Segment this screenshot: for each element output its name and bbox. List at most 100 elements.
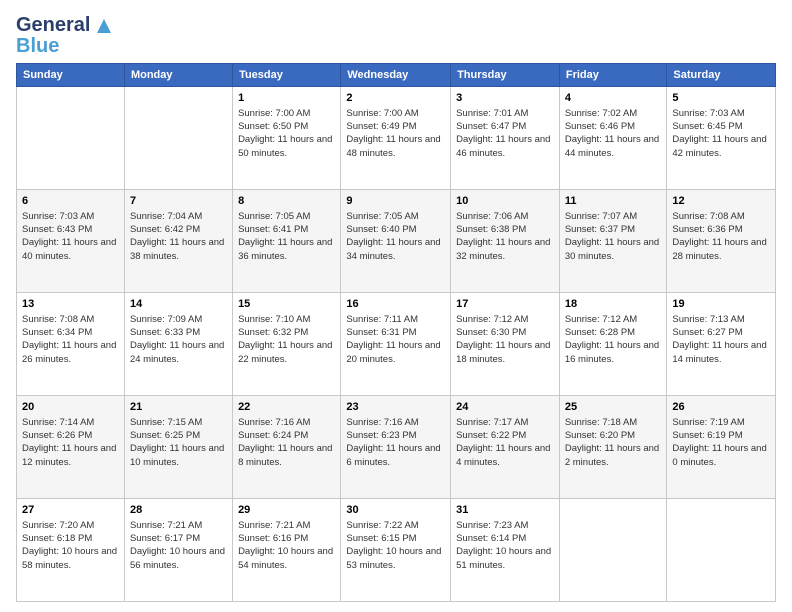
logo-blue: Blue (16, 37, 59, 55)
day-info: Sunrise: 7:05 AM Sunset: 6:40 PM Dayligh… (346, 210, 445, 263)
day-number: 31 (456, 503, 554, 518)
day-info: Sunrise: 7:21 AM Sunset: 6:16 PM Dayligh… (238, 519, 335, 572)
calendar-cell: 2Sunrise: 7:00 AM Sunset: 6:49 PM Daylig… (341, 87, 451, 190)
day-info: Sunrise: 7:16 AM Sunset: 6:24 PM Dayligh… (238, 416, 335, 469)
day-of-week-header: Sunday (17, 64, 125, 87)
calendar-cell: 3Sunrise: 7:01 AM Sunset: 6:47 PM Daylig… (451, 87, 560, 190)
page: General Blue SundayMondayTuesdayWednesda… (0, 0, 792, 612)
day-of-week-header: Tuesday (233, 64, 341, 87)
day-info: Sunrise: 7:00 AM Sunset: 6:50 PM Dayligh… (238, 107, 335, 160)
calendar-week-row: 27Sunrise: 7:20 AM Sunset: 6:18 PM Dayli… (17, 499, 776, 602)
calendar-week-row: 6Sunrise: 7:03 AM Sunset: 6:43 PM Daylig… (17, 190, 776, 293)
logo: General Blue (16, 14, 111, 55)
day-of-week-header: Friday (559, 64, 667, 87)
calendar-cell: 9Sunrise: 7:05 AM Sunset: 6:40 PM Daylig… (341, 190, 451, 293)
calendar-cell: 31Sunrise: 7:23 AM Sunset: 6:14 PM Dayli… (451, 499, 560, 602)
calendar-cell (17, 87, 125, 190)
calendar-cell: 26Sunrise: 7:19 AM Sunset: 6:19 PM Dayli… (667, 396, 776, 499)
day-number: 17 (456, 297, 554, 312)
header: General Blue (16, 14, 776, 55)
calendar-cell: 30Sunrise: 7:22 AM Sunset: 6:15 PM Dayli… (341, 499, 451, 602)
day-info: Sunrise: 7:06 AM Sunset: 6:38 PM Dayligh… (456, 210, 554, 263)
day-number: 18 (565, 297, 662, 312)
calendar-week-row: 13Sunrise: 7:08 AM Sunset: 6:34 PM Dayli… (17, 293, 776, 396)
calendar-cell: 1Sunrise: 7:00 AM Sunset: 6:50 PM Daylig… (233, 87, 341, 190)
day-number: 22 (238, 400, 335, 415)
day-info: Sunrise: 7:05 AM Sunset: 6:41 PM Dayligh… (238, 210, 335, 263)
day-number: 21 (130, 400, 227, 415)
calendar-cell (667, 499, 776, 602)
calendar: SundayMondayTuesdayWednesdayThursdayFrid… (16, 63, 776, 602)
day-info: Sunrise: 7:08 AM Sunset: 6:36 PM Dayligh… (672, 210, 770, 263)
day-number: 3 (456, 91, 554, 106)
day-number: 30 (346, 503, 445, 518)
day-info: Sunrise: 7:16 AM Sunset: 6:23 PM Dayligh… (346, 416, 445, 469)
day-number: 23 (346, 400, 445, 415)
day-info: Sunrise: 7:21 AM Sunset: 6:17 PM Dayligh… (130, 519, 227, 572)
calendar-cell: 5Sunrise: 7:03 AM Sunset: 6:45 PM Daylig… (667, 87, 776, 190)
calendar-header-row: SundayMondayTuesdayWednesdayThursdayFrid… (17, 64, 776, 87)
calendar-cell: 12Sunrise: 7:08 AM Sunset: 6:36 PM Dayli… (667, 190, 776, 293)
calendar-cell: 19Sunrise: 7:13 AM Sunset: 6:27 PM Dayli… (667, 293, 776, 396)
day-info: Sunrise: 7:02 AM Sunset: 6:46 PM Dayligh… (565, 107, 662, 160)
day-number: 26 (672, 400, 770, 415)
day-info: Sunrise: 7:07 AM Sunset: 6:37 PM Dayligh… (565, 210, 662, 263)
day-number: 28 (130, 503, 227, 518)
calendar-cell: 27Sunrise: 7:20 AM Sunset: 6:18 PM Dayli… (17, 499, 125, 602)
day-number: 1 (238, 91, 335, 106)
day-of-week-header: Thursday (451, 64, 560, 87)
day-info: Sunrise: 7:09 AM Sunset: 6:33 PM Dayligh… (130, 313, 227, 366)
day-info: Sunrise: 7:03 AM Sunset: 6:43 PM Dayligh… (22, 210, 119, 263)
calendar-cell: 24Sunrise: 7:17 AM Sunset: 6:22 PM Dayli… (451, 396, 560, 499)
calendar-cell: 18Sunrise: 7:12 AM Sunset: 6:28 PM Dayli… (559, 293, 667, 396)
calendar-cell (559, 499, 667, 602)
calendar-week-row: 1Sunrise: 7:00 AM Sunset: 6:50 PM Daylig… (17, 87, 776, 190)
day-number: 6 (22, 194, 119, 209)
day-number: 14 (130, 297, 227, 312)
day-info: Sunrise: 7:01 AM Sunset: 6:47 PM Dayligh… (456, 107, 554, 160)
calendar-cell: 22Sunrise: 7:16 AM Sunset: 6:24 PM Dayli… (233, 396, 341, 499)
day-of-week-header: Monday (124, 64, 232, 87)
day-info: Sunrise: 7:12 AM Sunset: 6:28 PM Dayligh… (565, 313, 662, 366)
calendar-cell: 4Sunrise: 7:02 AM Sunset: 6:46 PM Daylig… (559, 87, 667, 190)
calendar-cell: 15Sunrise: 7:10 AM Sunset: 6:32 PM Dayli… (233, 293, 341, 396)
calendar-cell: 17Sunrise: 7:12 AM Sunset: 6:30 PM Dayli… (451, 293, 560, 396)
day-number: 13 (22, 297, 119, 312)
day-number: 2 (346, 91, 445, 106)
calendar-week-row: 20Sunrise: 7:14 AM Sunset: 6:26 PM Dayli… (17, 396, 776, 499)
calendar-cell: 8Sunrise: 7:05 AM Sunset: 6:41 PM Daylig… (233, 190, 341, 293)
day-number: 27 (22, 503, 119, 518)
day-number: 4 (565, 91, 662, 106)
day-of-week-header: Saturday (667, 64, 776, 87)
day-info: Sunrise: 7:23 AM Sunset: 6:14 PM Dayligh… (456, 519, 554, 572)
day-info: Sunrise: 7:17 AM Sunset: 6:22 PM Dayligh… (456, 416, 554, 469)
day-number: 29 (238, 503, 335, 518)
day-number: 9 (346, 194, 445, 209)
day-info: Sunrise: 7:08 AM Sunset: 6:34 PM Dayligh… (22, 313, 119, 366)
day-info: Sunrise: 7:10 AM Sunset: 6:32 PM Dayligh… (238, 313, 335, 366)
day-info: Sunrise: 7:13 AM Sunset: 6:27 PM Dayligh… (672, 313, 770, 366)
day-number: 25 (565, 400, 662, 415)
day-info: Sunrise: 7:15 AM Sunset: 6:25 PM Dayligh… (130, 416, 227, 469)
day-info: Sunrise: 7:04 AM Sunset: 6:42 PM Dayligh… (130, 210, 227, 263)
day-info: Sunrise: 7:14 AM Sunset: 6:26 PM Dayligh… (22, 416, 119, 469)
calendar-cell: 29Sunrise: 7:21 AM Sunset: 6:16 PM Dayli… (233, 499, 341, 602)
day-info: Sunrise: 7:03 AM Sunset: 6:45 PM Dayligh… (672, 107, 770, 160)
day-number: 19 (672, 297, 770, 312)
calendar-cell: 11Sunrise: 7:07 AM Sunset: 6:37 PM Dayli… (559, 190, 667, 293)
calendar-cell: 28Sunrise: 7:21 AM Sunset: 6:17 PM Dayli… (124, 499, 232, 602)
calendar-cell: 25Sunrise: 7:18 AM Sunset: 6:20 PM Dayli… (559, 396, 667, 499)
day-number: 11 (565, 194, 662, 209)
calendar-cell: 23Sunrise: 7:16 AM Sunset: 6:23 PM Dayli… (341, 396, 451, 499)
calendar-cell: 14Sunrise: 7:09 AM Sunset: 6:33 PM Dayli… (124, 293, 232, 396)
day-info: Sunrise: 7:19 AM Sunset: 6:19 PM Dayligh… (672, 416, 770, 469)
calendar-cell: 16Sunrise: 7:11 AM Sunset: 6:31 PM Dayli… (341, 293, 451, 396)
calendar-cell: 6Sunrise: 7:03 AM Sunset: 6:43 PM Daylig… (17, 190, 125, 293)
calendar-cell: 7Sunrise: 7:04 AM Sunset: 6:42 PM Daylig… (124, 190, 232, 293)
day-of-week-header: Wednesday (341, 64, 451, 87)
day-info: Sunrise: 7:20 AM Sunset: 6:18 PM Dayligh… (22, 519, 119, 572)
day-info: Sunrise: 7:12 AM Sunset: 6:30 PM Dayligh… (456, 313, 554, 366)
day-number: 10 (456, 194, 554, 209)
day-info: Sunrise: 7:18 AM Sunset: 6:20 PM Dayligh… (565, 416, 662, 469)
calendar-cell: 21Sunrise: 7:15 AM Sunset: 6:25 PM Dayli… (124, 396, 232, 499)
